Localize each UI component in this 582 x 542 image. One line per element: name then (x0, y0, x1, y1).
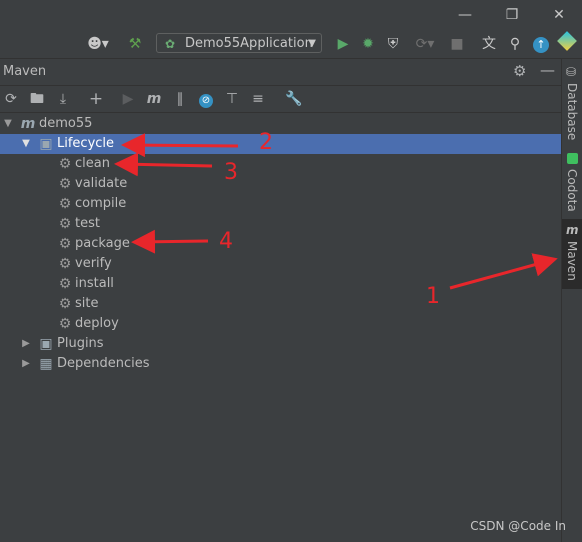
chevron-right-icon[interactable]: ▶ (20, 334, 32, 354)
goal-label: clean (75, 156, 110, 171)
restore-icon[interactable]: ❐ (502, 6, 522, 24)
gear-icon: ⚙ (58, 156, 72, 172)
run-icon[interactable]: ▶ (333, 34, 353, 54)
reload-icon[interactable]: ⟳ (1, 89, 21, 109)
show-dependencies-icon[interactable]: ⊤ (222, 89, 242, 109)
lifecycle-folder-icon: ▣ (39, 136, 53, 152)
close-icon[interactable]: ✕ (549, 6, 569, 24)
plus-icon[interactable]: + (86, 89, 106, 109)
annotation-label-3: 3 (224, 160, 238, 185)
update-icon[interactable]: ↑ (531, 34, 551, 54)
settings-wrench-icon[interactable]: 🔧 (284, 89, 304, 109)
maven-project-icon: m (20, 116, 36, 132)
annotation-label-4: 4 (219, 229, 233, 254)
download-icon[interactable]: ⤓ (53, 89, 73, 109)
tree-item-test[interactable]: ⚙ test (0, 214, 561, 234)
gear-icon: ⚙ (58, 216, 72, 232)
tree-item-site[interactable]: ⚙ site (0, 294, 561, 314)
run-icon[interactable]: ▶ (118, 89, 138, 109)
gear-icon: ⚙ (58, 276, 72, 292)
annotation-label-1: 1 (426, 284, 440, 309)
tree-item-label: demo55 (39, 116, 93, 131)
main-toolbar: ☻▾ ⚒ ✿ Demo55Application ▼ ▶ ✹ ⛨ ⟳▾ ■ 文 … (0, 30, 582, 59)
right-tool-strip: ⛁ Database Codota m Maven (561, 59, 582, 542)
run-configuration-label: Demo55Application (185, 36, 313, 51)
debug-icon[interactable]: ✹ (358, 34, 378, 54)
goal-label: verify (75, 256, 112, 271)
tree-item-clean[interactable]: ⚙ clean (0, 154, 561, 174)
hammer-icon[interactable]: ⚒ (125, 34, 145, 54)
chevron-down-icon[interactable]: ▼ (2, 114, 14, 134)
goal-label: compile (75, 196, 127, 211)
gear-icon[interactable]: ⚙ (513, 62, 526, 80)
tab-label: Maven (565, 241, 579, 281)
chevron-right-icon[interactable]: ▶ (20, 354, 32, 374)
maven-icon: m (566, 223, 579, 237)
goal-label: site (75, 296, 99, 311)
gear-icon: ⚙ (58, 176, 72, 192)
skip-tests-icon[interactable]: ⊘ (196, 89, 216, 109)
spring-icon: ✿ (165, 37, 176, 51)
tree-item-root[interactable]: ▼ m demo55 (0, 114, 561, 134)
maven-goal-icon[interactable]: m (144, 89, 164, 109)
gear-icon: ⚙ (58, 236, 72, 252)
plugins-folder-icon: ▣ (39, 336, 53, 352)
tree-item-plugins[interactable]: ▶ ▣ Plugins (0, 334, 561, 354)
tab-maven[interactable]: m Maven (562, 219, 582, 289)
title-bar: — ❐ ✕ (0, 0, 582, 30)
tree-item-package[interactable]: ⚙ package (0, 234, 561, 254)
annotation-label-2: 2 (259, 130, 273, 155)
tab-codota[interactable]: Codota (562, 151, 582, 217)
goal-label: package (75, 236, 130, 251)
tab-database[interactable]: ⛁ Database (562, 63, 582, 141)
tab-label: Codota (565, 169, 579, 212)
plugin-icon[interactable] (557, 31, 577, 54)
hide-panel-icon[interactable]: — (540, 61, 555, 79)
watermark: CSDN @Code In (470, 519, 566, 533)
maven-toolbar: ⟳ 🖿 ⤓ + ▶ m ∥ ⊘ ⊤ ≡ 🔧 (0, 86, 561, 113)
panel-title: Maven (3, 64, 47, 79)
database-icon: ⛁ (566, 65, 577, 79)
goal-label: install (75, 276, 114, 291)
tree-item-deploy[interactable]: ⚙ deploy (0, 314, 561, 334)
coverage-icon[interactable]: ⛨ (383, 34, 403, 54)
user-icon[interactable]: ☻▾ (84, 34, 112, 54)
dependencies-icon: ▦ (39, 356, 53, 372)
add-folder-icon[interactable]: 🖿 (27, 89, 47, 109)
collapse-icon[interactable]: ≡ (248, 89, 268, 109)
tree-item-label: Plugins (57, 336, 104, 351)
stop-icon[interactable]: ■ (447, 34, 467, 54)
maven-tree: ▼ m demo55 ▼ ▣ Lifecycle ⚙ clean ⚙ valid… (0, 113, 561, 542)
tree-item-validate[interactable]: ⚙ validate (0, 174, 561, 194)
tree-item-label: Dependencies (57, 356, 150, 371)
tree-item-lifecycle[interactable]: ▼ ▣ Lifecycle (0, 134, 561, 154)
maven-panel-header: Maven ⚙ — (0, 59, 561, 86)
gear-icon: ⚙ (58, 316, 72, 332)
profile-icon[interactable]: ⟳▾ (408, 34, 442, 54)
tree-item-verify[interactable]: ⚙ verify (0, 254, 561, 274)
tree-item-install[interactable]: ⚙ install (0, 274, 561, 294)
gear-icon: ⚙ (58, 256, 72, 272)
minimize-icon[interactable]: — (455, 6, 475, 24)
toggle-offline-icon[interactable]: ∥ (170, 89, 190, 109)
goal-label: test (75, 216, 100, 231)
tree-item-compile[interactable]: ⚙ compile (0, 194, 561, 214)
gear-icon: ⚙ (58, 296, 72, 312)
tab-label: Database (565, 83, 579, 141)
tree-item-label: Lifecycle (57, 136, 115, 151)
chevron-down-icon: ▼ (308, 38, 316, 49)
tree-item-dependencies[interactable]: ▶ ▦ Dependencies (0, 354, 561, 374)
translate-icon[interactable]: 文 (479, 34, 499, 54)
goal-label: deploy (75, 316, 119, 331)
chevron-down-icon[interactable]: ▼ (20, 134, 32, 154)
goal-label: validate (75, 176, 128, 191)
run-configuration-select[interactable]: ✿ Demo55Application ▼ (156, 33, 322, 53)
codota-icon (567, 153, 578, 164)
gear-icon: ⚙ (58, 196, 72, 212)
search-icon[interactable]: ⚲ (505, 34, 525, 54)
